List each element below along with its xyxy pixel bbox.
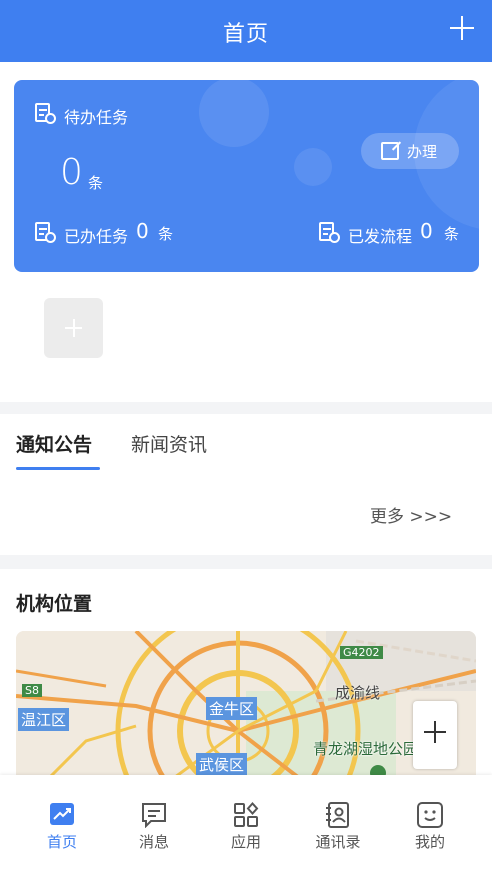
active-tab-indicator: [16, 467, 100, 470]
sent-doc-icon: [318, 221, 340, 243]
handle-button-label: 办理: [407, 143, 438, 161]
tabbar-label: 通讯录: [315, 833, 361, 851]
message-icon: [141, 802, 167, 829]
pending-task-count[interactable]: 0: [60, 152, 83, 193]
app-header: 首页: [0, 0, 492, 62]
more-link[interactable]: 更多 >>>: [370, 502, 452, 527]
add-icon[interactable]: [446, 12, 478, 44]
pending-task-unit: 条: [88, 174, 104, 192]
edit-icon: [381, 142, 399, 160]
done-task-count[interactable]: 0: [136, 219, 149, 243]
tabbar-item-messages[interactable]: 消息: [114, 802, 194, 852]
decor-bubble: [294, 148, 332, 186]
tab-notices[interactable]: 通知公告: [16, 430, 92, 457]
tabbar-item-profile[interactable]: 我的: [390, 802, 470, 852]
chart-trend-icon: [49, 802, 75, 828]
contacts-book-icon: [325, 802, 351, 828]
tabbar-label: 我的: [414, 833, 445, 851]
notice-section: 通知公告 新闻资讯 更多 >>>: [0, 414, 492, 555]
map-label-chengyu: 成渝线: [335, 684, 381, 702]
map-label-s8: S8: [22, 684, 42, 697]
map-label-wenjiang: 温江区: [18, 708, 70, 731]
task-summary-card: 待办任务 0 条 办理 已办任务 0 条 已发流程 0 条: [14, 80, 479, 272]
tab-news[interactable]: 新闻资讯: [131, 430, 207, 457]
location-title: 机构位置: [16, 593, 93, 615]
zoom-in-button[interactable]: [413, 701, 457, 769]
add-shortcut-button[interactable]: [44, 298, 103, 358]
location-section: 机构位置 S8 G4202 温江区 金牛区 武侯区 成渝线 青龙湖湿地公园: [0, 569, 492, 791]
tabbar-item-apps[interactable]: 应用: [206, 802, 286, 852]
map-label-jinniu: 金牛区: [206, 697, 258, 720]
done-task-unit: 条: [158, 225, 174, 243]
map-label-g4202: G4202: [340, 646, 383, 659]
map-view[interactable]: S8 G4202 温江区 金牛区 武侯区 成渝线 青龙湖湿地公园: [16, 631, 476, 791]
page-title: 首页: [222, 22, 269, 47]
task-doc-icon: [34, 102, 56, 124]
tabbar-label: 应用: [230, 833, 261, 851]
bottom-tab-bar: 首页 消息 应用 通讯录 我的: [0, 775, 492, 878]
handle-button[interactable]: 办理: [361, 133, 459, 169]
pending-task-label[interactable]: 待办任务: [64, 104, 128, 128]
map-label-qinglonghu: 青龙湖湿地公园: [313, 740, 419, 758]
done-task-label[interactable]: 已办任务: [64, 223, 128, 247]
sent-flow-unit: 条: [444, 225, 460, 243]
done-doc-icon: [34, 221, 56, 243]
decor-bubble: [199, 80, 269, 147]
sent-flow-count[interactable]: 0: [420, 219, 433, 243]
tabbar-label: 首页: [46, 833, 77, 851]
tabbar-item-contacts[interactable]: 通讯录: [298, 802, 378, 852]
sent-flow-label[interactable]: 已发流程: [348, 223, 412, 247]
tabbar-label: 消息: [138, 833, 169, 851]
apps-grid-icon: [233, 802, 259, 828]
map-label-wuhou: 武侯区: [196, 753, 248, 776]
smiley-icon: [417, 802, 443, 828]
tabbar-item-home[interactable]: 首页: [22, 802, 102, 852]
